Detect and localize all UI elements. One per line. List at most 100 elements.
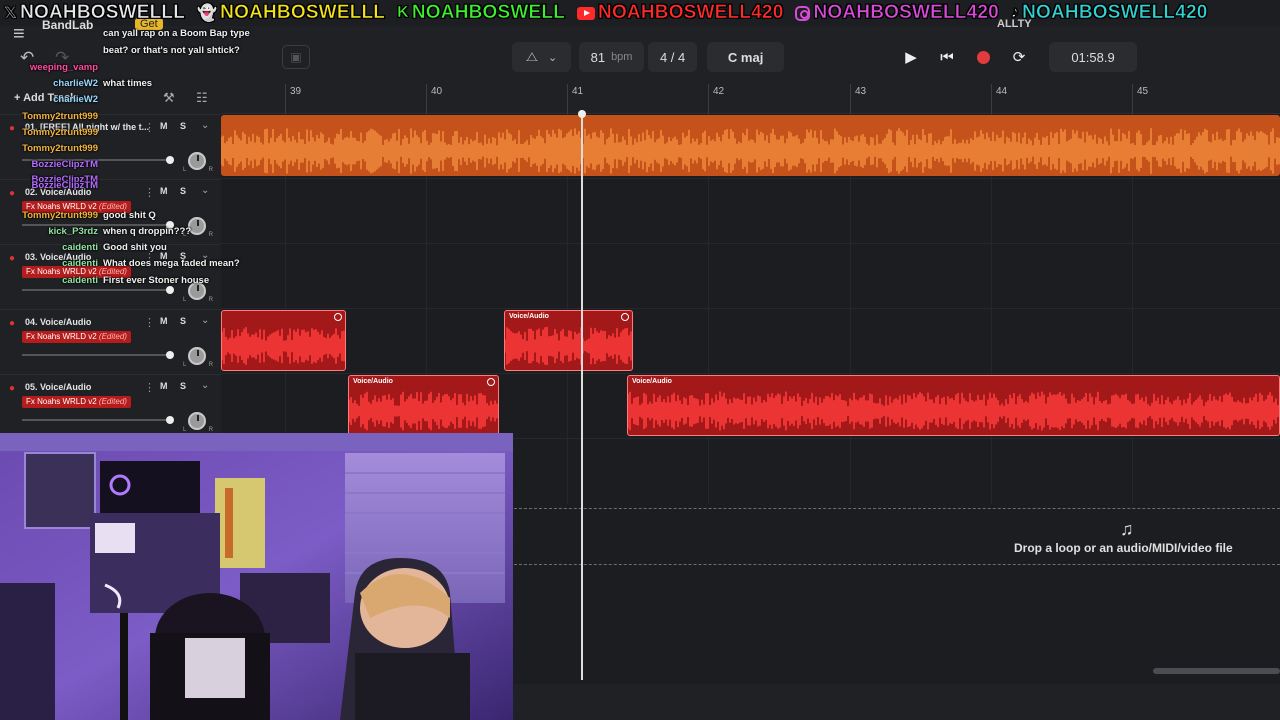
chat-username: caidenti [62, 275, 98, 286]
chat-username: Tommy2trunt999 [22, 210, 98, 221]
volume-handle[interactable] [166, 351, 174, 359]
chat-username: BozzieClipzTM [31, 159, 99, 170]
skip-back-icon: ⏮ [940, 48, 954, 66]
bpm-field[interactable]: 81 bpm [579, 42, 645, 72]
kick-k-icon: K [397, 4, 409, 22]
chat-message: charlieW2 what times [0, 78, 152, 89]
horizontal-scrollbar[interactable] [1153, 668, 1280, 674]
social-instagram: NOAHBOSWELL420 [795, 2, 999, 24]
pan-labels: LR [183, 362, 213, 368]
bar-number: 41 [572, 86, 584, 97]
bar-tick [426, 84, 427, 114]
chat-username: charlieW2 [53, 94, 98, 105]
loop-handle-icon[interactable] [621, 313, 629, 321]
bar-number: 43 [855, 86, 867, 97]
chat-username: kick_P3rdz [48, 226, 98, 237]
pan-right-label: R [208, 297, 213, 303]
solo-button[interactable]: S [180, 316, 186, 326]
tiktok-icon: ♪ [1010, 4, 1020, 22]
audio-clip[interactable]: Voice/Audio [504, 310, 633, 371]
bar-tick [991, 84, 992, 114]
music-note-add-icon: ♫ [1120, 519, 1134, 539]
more-options-icon[interactable]: ⋮ [144, 381, 155, 394]
chat-username: Tommy2trunt999 [22, 127, 98, 138]
volume-slider[interactable] [22, 351, 174, 359]
timeline-ruler[interactable]: 39 40 41 42 43 44 45 [221, 84, 1280, 114]
bar-tick [850, 84, 851, 114]
bar-number: 39 [290, 86, 302, 97]
chat-text: when q droppin??? [103, 226, 192, 237]
clip-label: Voice/Audio [353, 378, 393, 385]
chat-message: Tommy2trunt999 [0, 111, 103, 122]
track-header-4[interactable]: ● 04. Voice/Audio ⋮ M S ⌄ Fx Noahs WRLD v2 (Ed… [0, 309, 221, 374]
waveform [349, 391, 498, 431]
audio-clip[interactable] [221, 310, 346, 371]
mute-button[interactable]: M [160, 316, 168, 326]
track-lane-4[interactable] [221, 309, 1280, 374]
fx-badge[interactable]: Fx Noahs WRLD v2 (Edited) [22, 396, 131, 408]
audio-clip[interactable]: Voice/Audio [627, 375, 1280, 436]
chat-message: charlieW2 [0, 94, 103, 105]
track-name[interactable]: 04. Voice/Audio [25, 317, 91, 327]
pan-labels: LR [183, 297, 213, 303]
volume-handle[interactable] [166, 416, 174, 424]
social-tiktok-label: NOAHBOSWELL420 [1022, 2, 1208, 24]
bar-tick [285, 84, 286, 114]
chat-message: weeping_vamp [0, 62, 103, 73]
pan-left-label: L [183, 362, 187, 368]
clip-label: Voice/Audio [509, 313, 549, 320]
social-kick-label: NOAHBOSWELL [411, 2, 566, 24]
chat-username: charlieW2 [53, 78, 98, 89]
playhead[interactable] [578, 110, 586, 680]
chat-text: can yall rap on a Boom Bap type [103, 28, 250, 39]
more-options-icon[interactable]: ⋮ [144, 316, 155, 329]
chat-username: caidenti [62, 242, 98, 253]
drop-zone-label: Drop a loop or an audio/MIDI/video file [1014, 541, 1233, 555]
track-lane-3[interactable] [221, 244, 1280, 309]
track-name[interactable]: 05. Voice/Audio [25, 382, 91, 392]
metronome-button[interactable]: ⧍ ⌄ [512, 42, 572, 72]
chevron-down-icon[interactable]: ⌄ [201, 380, 209, 391]
track-header-5[interactable]: ● 05. Voice/Audio ⋮ M S ⌄ Fx Noahs WRLD v2 (Ed… [0, 374, 221, 439]
loop-button[interactable]: ⟳ [1003, 42, 1035, 72]
meter-field[interactable]: 4 / 4 [648, 42, 698, 72]
volume-slider[interactable] [22, 416, 174, 424]
rewind-button[interactable]: ⏮ [931, 42, 963, 72]
waveform [222, 327, 345, 365]
chat-message: caidenti What does mega faded mean? [0, 258, 240, 269]
fx-badge[interactable]: Fx Noahs WRLD v2 (Edited) [22, 331, 131, 343]
fx-state: (Edited) [98, 332, 127, 341]
bar-number: 45 [1137, 86, 1149, 97]
record-arm-icon[interactable]: ● [9, 383, 16, 394]
beat-clip[interactable] [221, 115, 1280, 176]
save-icon[interactable]: ▣ [282, 45, 310, 69]
drop-zone[interactable] [514, 508, 1280, 565]
mute-button[interactable]: M [160, 381, 168, 391]
bpm-value: 81 [590, 49, 606, 65]
play-icon: ▶ [905, 49, 917, 66]
stream-screen: { "social": [ {"name":"x","icon":"x-icon… [0, 0, 1280, 720]
pan-left-label: L [183, 297, 187, 303]
loop-handle-icon[interactable] [334, 313, 342, 321]
chat-text: First ever Stoner house [103, 275, 210, 286]
play-button[interactable]: ▶ [895, 42, 927, 72]
loop-handle-icon[interactable] [487, 378, 495, 386]
solo-button[interactable]: S [180, 381, 186, 391]
social-snapchat: 👻 NOAHBOSWELLL [197, 2, 385, 24]
track-lane-2[interactable] [221, 179, 1280, 244]
social-x-label: NOAHBOSWELLL [20, 2, 186, 24]
chat-message: BozzieClipzTM [0, 180, 103, 191]
record-arm-icon[interactable]: ● [9, 318, 16, 329]
chat-message: BozzieClipzTM [0, 159, 103, 170]
fx-state: (Edited) [98, 397, 127, 406]
chat-text: what times [103, 78, 153, 89]
chevron-down-icon[interactable]: ⌄ [201, 315, 209, 326]
key-field[interactable]: C maj [707, 42, 784, 72]
chat-text: good shit Q [103, 210, 156, 221]
key-value: C maj [727, 49, 764, 65]
bar-tick [708, 84, 709, 114]
chat-message: beat? or that's not yall shtick? [0, 45, 240, 56]
record-button[interactable] [967, 42, 999, 72]
chat-message: caidenti First ever Stoner house [0, 275, 209, 286]
audio-clip[interactable]: Voice/Audio [348, 375, 499, 436]
